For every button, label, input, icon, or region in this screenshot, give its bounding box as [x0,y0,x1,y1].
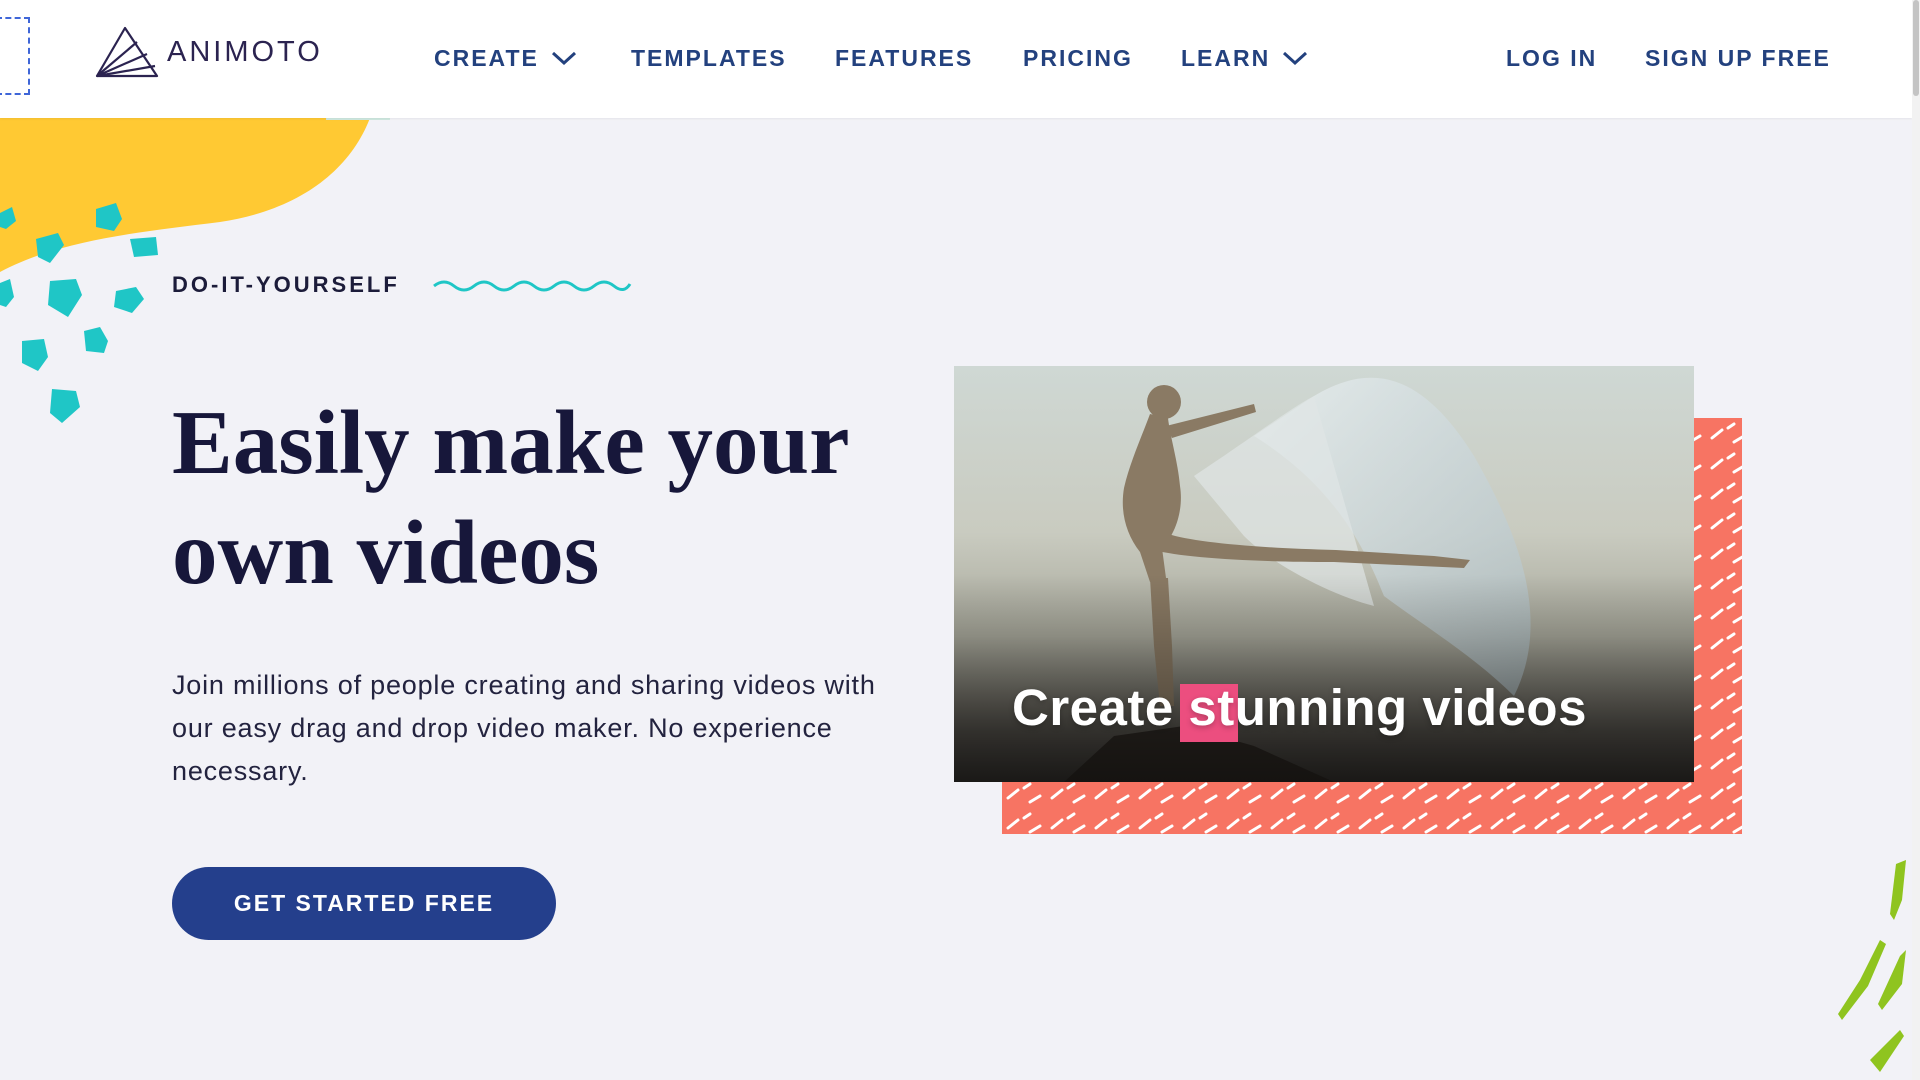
nav-pricing[interactable]: PRICING [1023,45,1133,72]
hero-eyebrow: DO-IT-YOURSELF [172,272,400,297]
hero-headline: Easily make your own videos [172,392,848,603]
animoto-logo[interactable]: ANIMOTO [95,24,323,80]
dashed-focus-outline [0,17,30,95]
nav-create[interactable]: CREATE [434,45,577,72]
signup-label: SIGN UP FREE [1645,45,1831,71]
nav-templates[interactable]: TEMPLATES [631,45,787,72]
video-preview-card[interactable]: Create stunning videos [954,366,1694,782]
lime-brush-strokes-decoration [1838,860,1906,1072]
teal-squiggle-decoration [433,280,632,292]
teal-brush-dots-decoration [0,203,158,423]
get-started-free-button[interactable]: GET STARTED FREE [172,867,556,940]
scrollbar-thumb[interactable] [1913,0,1919,96]
logo-wordmark: ANIMOTO [167,35,323,68]
paper-plane-fan-icon [95,26,159,78]
login-link[interactable]: LOG IN [1506,45,1597,72]
login-label: LOG IN [1506,45,1598,71]
nav-create-label: CREATE [434,45,539,71]
video-caption: Create stunning videos [1012,678,1587,737]
caption-text-after: unning videos [1234,679,1587,736]
nav-features-label: FEATURES [835,45,974,71]
chevron-down-icon [1282,45,1308,72]
chevron-down-icon [551,45,577,72]
nav-pricing-label: PRICING [1023,45,1133,71]
page-scrollbar[interactable] [1912,0,1920,1080]
nav-learn[interactable]: LEARN [1181,45,1308,72]
signup-link[interactable]: SIGN UP FREE [1645,45,1831,72]
hero-description: Join millions of people creating and sha… [172,670,876,786]
nav-features[interactable]: FEATURES [835,45,973,72]
caption-text-before: Create [1012,679,1189,736]
nav-learn-label: LEARN [1181,45,1271,71]
nav-templates-label: TEMPLATES [631,45,787,71]
caption-text-highlight: st [1188,679,1235,736]
